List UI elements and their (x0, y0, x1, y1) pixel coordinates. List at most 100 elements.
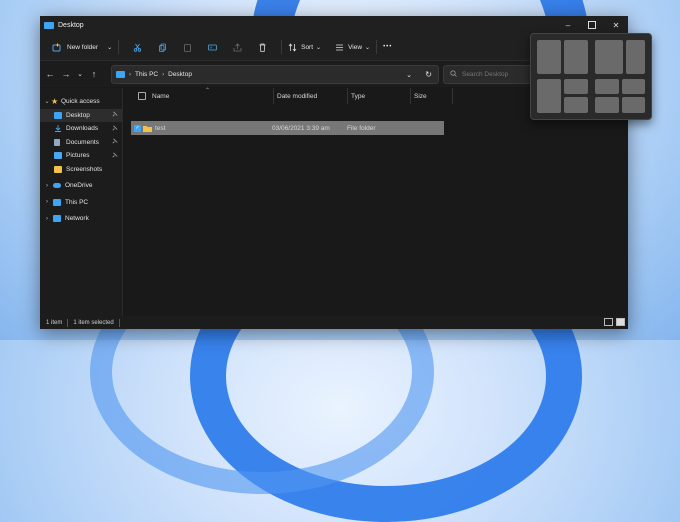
pin-icon (112, 138, 118, 146)
pin-icon (112, 125, 118, 133)
rename-icon[interactable] (208, 43, 218, 52)
window-controls: – ✕ (556, 16, 628, 34)
address-bar[interactable]: › This PC › Desktop ⌄ ↻ (111, 65, 439, 84)
chevron-down-icon: ⌄ (44, 99, 50, 106)
star-icon: ★ (51, 97, 59, 107)
sidebar-item-quick-access[interactable]: ⌄ ★ Quick access (40, 95, 122, 109)
breadcrumb-this-pc[interactable]: This PC (135, 71, 158, 78)
column-header-type[interactable]: Type (347, 88, 410, 104)
view-label: View (348, 43, 363, 51)
snap-zone[interactable] (564, 40, 588, 74)
snap-zone[interactable] (595, 40, 623, 74)
search-icon (450, 70, 457, 79)
file-name: test (155, 124, 166, 132)
sidebar-item-pictures[interactable]: Pictures (40, 149, 122, 163)
refresh-button[interactable]: ↻ (425, 70, 432, 79)
forward-button[interactable]: → (59, 69, 73, 79)
sidebar-item-label: Downloads (66, 125, 99, 133)
sidebar-item-desktop[interactable]: Desktop (40, 108, 122, 122)
sidebar-item-label: Desktop (66, 111, 90, 119)
sort-arrow-icon: ⌃ (205, 88, 211, 94)
sidebar-item-label: Network (65, 215, 89, 223)
snap-zone[interactable] (622, 97, 645, 113)
snap-zone[interactable] (537, 40, 561, 74)
sidebar-item-this-pc[interactable]: › This PC (40, 196, 122, 210)
address-dropdown-button[interactable]: ⌄ (406, 71, 412, 79)
view-icon (335, 43, 344, 52)
file-type: File folder (347, 124, 376, 132)
snap-zone[interactable] (626, 40, 645, 74)
details-view-icon[interactable] (604, 318, 613, 326)
breadcrumb-separator: › (129, 71, 131, 78)
snap-zone[interactable] (622, 79, 645, 94)
snap-zone[interactable] (564, 79, 588, 94)
sidebar-item-label: OneDrive (65, 182, 93, 190)
recent-locations-button[interactable]: ⌄ (73, 70, 87, 78)
copy-icon[interactable] (158, 43, 167, 52)
sidebar-item-label: Documents (66, 138, 99, 146)
breadcrumb-desktop[interactable]: Desktop (168, 71, 192, 78)
folder-icon (143, 121, 152, 135)
maximize-button[interactable] (580, 16, 604, 34)
file-list-pane: Name ⌃ Date modified Type Size ✓ test 03… (123, 88, 628, 316)
snap-zone[interactable] (595, 79, 619, 94)
sort-button[interactable]: Sort ⌄ (288, 38, 321, 56)
sidebar-item-onedrive[interactable]: › OneDrive (40, 179, 122, 193)
column-label: Type (351, 92, 366, 100)
desktop-icon (54, 111, 62, 119)
chevron-right-icon: › (46, 199, 48, 206)
navigation-pane: ⌄ ★ Quick access Desktop Downloads Docum… (40, 88, 123, 316)
folder-icon (54, 165, 62, 173)
status-bar: 1 item 1 item selected (40, 316, 628, 329)
toolbar-divider (281, 40, 283, 54)
sidebar-item-downloads[interactable]: Downloads (40, 122, 122, 136)
table-row[interactable]: ✓ test 03/06/2021 3:39 am File folder (131, 121, 444, 135)
snap-zone[interactable] (564, 97, 588, 113)
sidebar-item-network[interactable]: › Network (40, 212, 122, 226)
file-date: 03/06/2021 3:39 am (272, 124, 330, 132)
new-folder-label: New folder (67, 43, 99, 51)
snap-zone[interactable] (595, 97, 619, 113)
new-folder-icon (52, 43, 61, 52)
up-button[interactable]: ↑ (87, 69, 101, 79)
minimize-button[interactable]: – (556, 16, 580, 34)
pictures-icon (54, 152, 62, 160)
snap-layouts-flyout (530, 33, 652, 120)
more-options-button[interactable]: ••• (383, 38, 392, 56)
checkmark-icon: ✓ (134, 124, 141, 132)
pin-icon (112, 111, 118, 119)
network-icon (53, 215, 61, 223)
snap-zone[interactable] (537, 79, 561, 113)
title-bar[interactable]: Desktop – ✕ (40, 16, 628, 34)
tiles-view-icon[interactable] (616, 318, 625, 326)
back-button[interactable]: ← (43, 69, 57, 79)
column-label: Date modified (277, 92, 318, 100)
sort-label: Sort (301, 43, 314, 51)
chevron-right-icon: › (46, 182, 48, 189)
sidebar-item-documents[interactable]: Documents (40, 136, 122, 150)
cut-icon[interactable] (133, 43, 142, 52)
share-icon[interactable] (233, 42, 242, 52)
column-header-size[interactable]: Size (410, 88, 452, 104)
column-header-date[interactable]: Date modified (273, 88, 347, 104)
select-all-checkbox[interactable] (135, 88, 147, 104)
column-label: Name (152, 92, 170, 100)
cloud-icon (53, 183, 61, 189)
paste-icon[interactable] (183, 43, 192, 52)
close-button[interactable]: ✕ (604, 16, 628, 34)
sidebar-item-screenshots[interactable]: Screenshots (40, 163, 122, 177)
chevron-down-icon: ⌄ (316, 44, 322, 51)
new-folder-button[interactable]: New folder ⌄ (52, 38, 112, 56)
status-divider (67, 318, 69, 327)
column-header-name[interactable]: Name ⌃ (149, 88, 273, 104)
view-button[interactable]: View ⌄ (335, 38, 370, 56)
row-checkbox[interactable]: ✓ (134, 121, 141, 135)
delete-icon[interactable] (258, 43, 267, 52)
pin-icon (112, 152, 118, 160)
sidebar-item-label: Screenshots (66, 165, 103, 173)
maximize-icon (588, 21, 596, 29)
column-header-row: Name ⌃ Date modified Type Size (131, 88, 527, 104)
window-title: Desktop (58, 21, 84, 29)
chevron-down-icon: ⌄ (365, 44, 371, 51)
toolbar-divider (376, 40, 378, 54)
